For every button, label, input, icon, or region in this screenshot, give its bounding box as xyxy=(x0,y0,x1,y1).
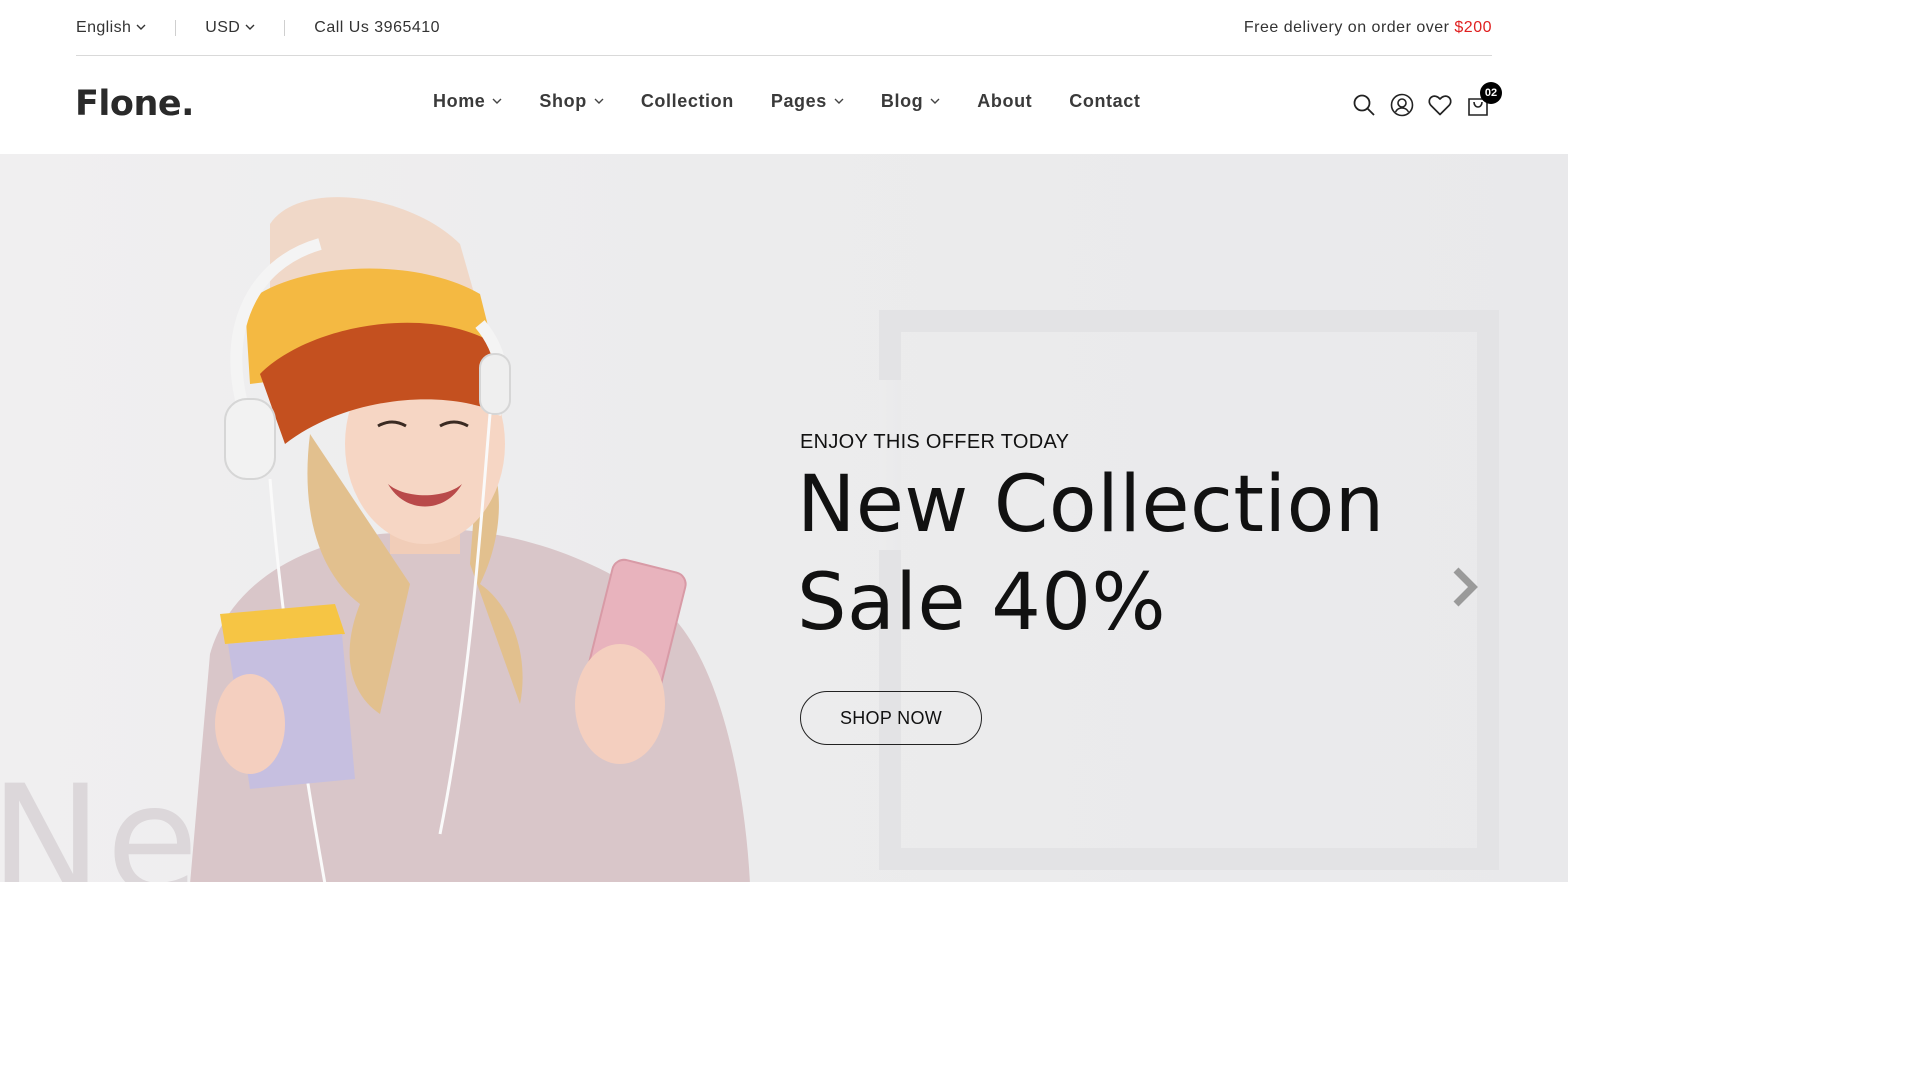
nav-item-label: Pages xyxy=(770,91,827,111)
hero-model-image xyxy=(190,197,750,882)
account-button[interactable] xyxy=(1388,91,1416,119)
nav-item-label: Contact xyxy=(1069,91,1141,111)
header-actions: 02 xyxy=(1350,82,1502,119)
divider xyxy=(175,19,177,36)
site-logo[interactable]: Flone. xyxy=(75,84,194,124)
chevron-down-icon xyxy=(492,98,502,104)
nav-item-label: Collection xyxy=(640,91,734,111)
hero-slider: New Sale xyxy=(0,154,1568,882)
nav-item-pages[interactable]: Pages xyxy=(771,91,844,112)
hero-title-line1: New Collection xyxy=(797,460,1385,550)
main-header: Flone. Home Shop Collection Pages Blog A… xyxy=(0,56,1568,154)
free-delivery-amount: $200 xyxy=(1454,18,1492,36)
nav-item-about[interactable]: About xyxy=(977,91,1032,112)
chevron-down-icon xyxy=(834,98,844,104)
nav-item-home[interactable]: Home xyxy=(433,91,502,112)
free-delivery-notice: Free delivery on order over $200 xyxy=(1244,19,1492,37)
search-icon xyxy=(1353,94,1375,116)
currency-selector[interactable]: USD xyxy=(205,19,255,37)
free-delivery-text: Free delivery on order over xyxy=(1243,18,1455,36)
nav-item-label: Home xyxy=(433,91,486,111)
slider-next-button[interactable] xyxy=(1450,566,1480,613)
hero-subtitle: ENJOY THIS OFFER TODAY xyxy=(800,431,1070,453)
nav-item-label: Blog xyxy=(880,91,924,111)
main-nav: Home Shop Collection Pages Blog About Co… xyxy=(433,91,1177,112)
call-us-text: Call Us 3965410 xyxy=(314,18,441,36)
language-selector[interactable]: English xyxy=(76,19,146,37)
heart-icon xyxy=(1428,95,1452,116)
cart-button[interactable]: 02 xyxy=(1464,82,1502,119)
shop-now-button[interactable]: SHOP NOW xyxy=(800,691,982,745)
chevron-down-icon xyxy=(930,98,940,104)
divider xyxy=(284,19,286,36)
chevron-right-icon xyxy=(1453,567,1478,607)
wishlist-button[interactable] xyxy=(1426,91,1454,119)
top-bar: English USD Call Us 3965410 Free deliver… xyxy=(76,0,1492,56)
nav-item-blog[interactable]: Blog xyxy=(881,91,940,112)
language-label: English xyxy=(76,18,132,36)
currency-label: USD xyxy=(205,18,241,36)
hero-title: New Collection Sale 40% xyxy=(797,456,1385,652)
account-icon xyxy=(1390,93,1414,117)
search-button[interactable] xyxy=(1350,91,1378,119)
nav-item-shop[interactable]: Shop xyxy=(539,91,604,112)
nav-item-contact[interactable]: Contact xyxy=(1069,91,1140,112)
chevron-down-icon xyxy=(245,24,255,30)
nav-item-collection[interactable]: Collection xyxy=(641,91,734,112)
cart-count-badge: 02 xyxy=(1480,82,1502,104)
hero-title-line2: Sale 40% xyxy=(797,558,1167,648)
nav-item-label: Shop xyxy=(539,91,587,111)
chevron-down-icon xyxy=(594,98,604,104)
nav-item-label: About xyxy=(977,91,1033,111)
chevron-down-icon xyxy=(136,24,146,30)
